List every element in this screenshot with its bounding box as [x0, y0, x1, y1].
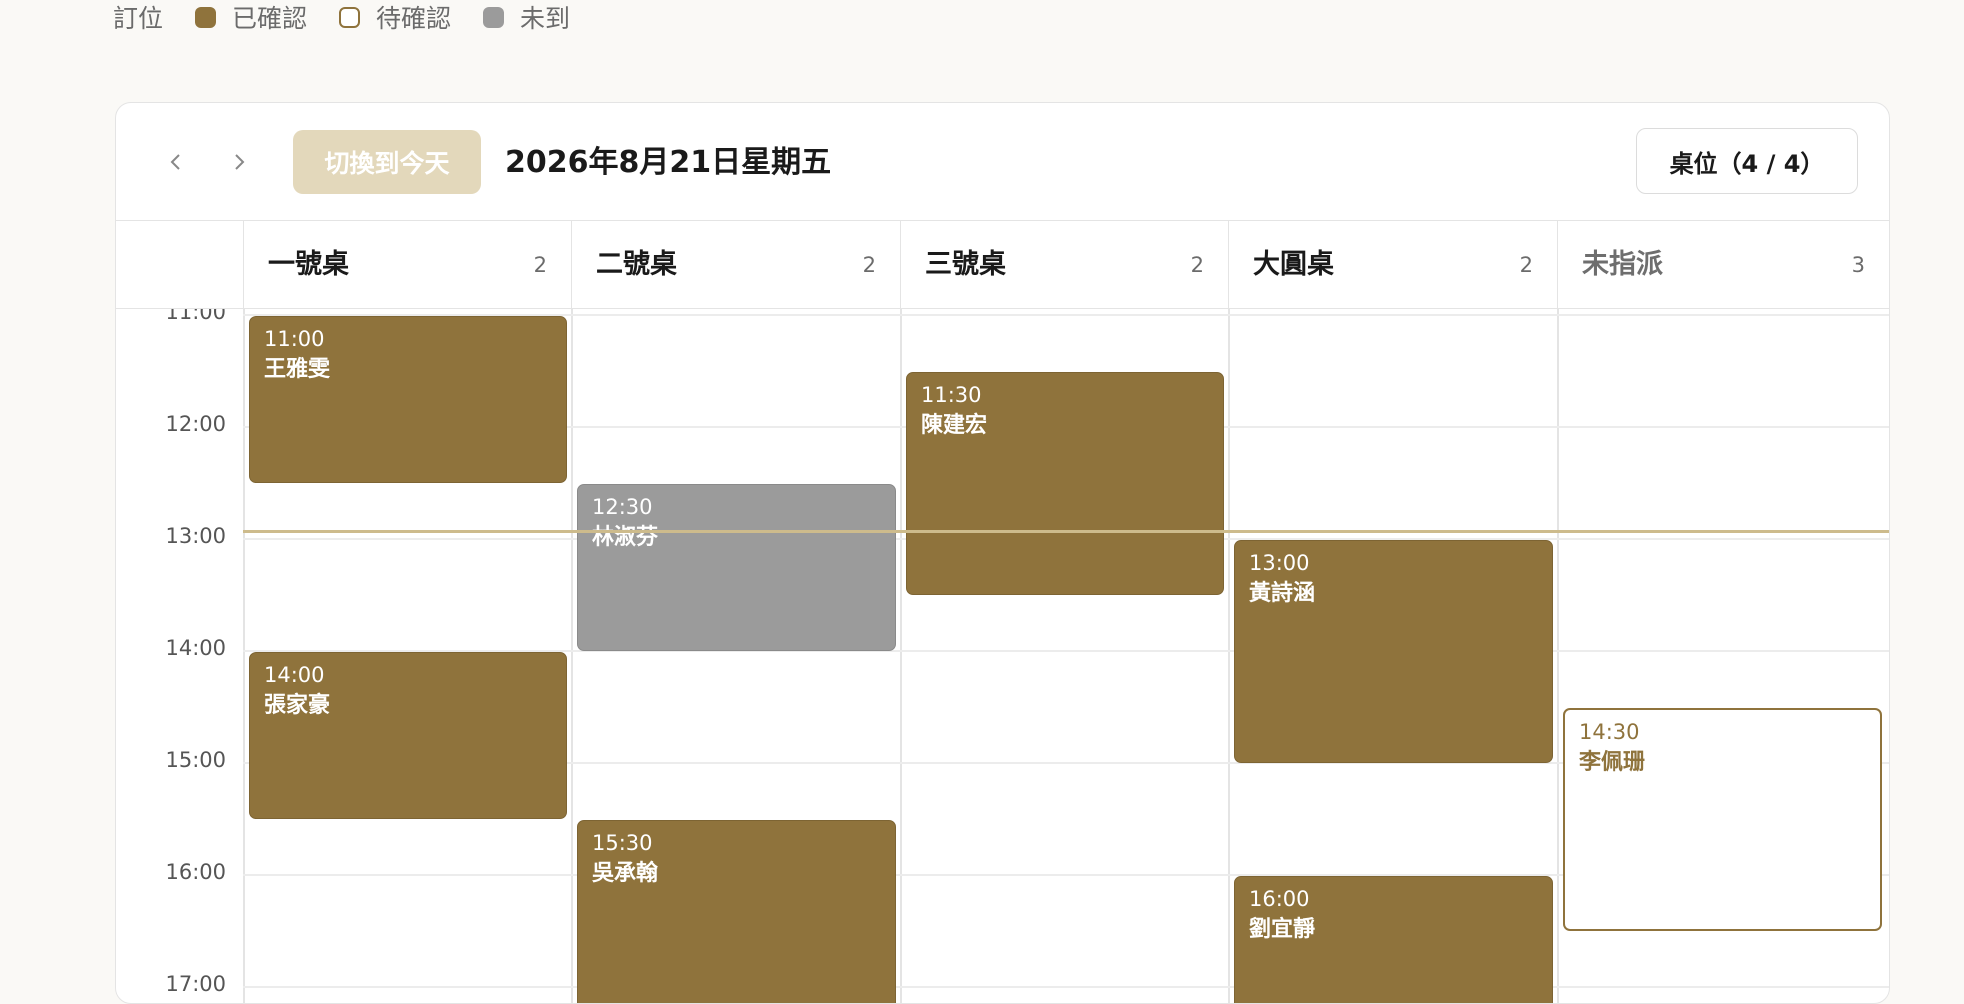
chevron-right-icon: [235, 154, 245, 170]
calendar-toolbar: 切換到今天 2026年8月21日星期五 桌位（4 / 4）: [116, 103, 1889, 221]
current-date: 2026年8月21日星期五: [505, 145, 832, 180]
reservation-time: 14:30: [1579, 720, 1640, 744]
calendar-card: 切換到今天 2026年8月21日星期五 桌位（4 / 4） 一號桌 2 二號桌 …: [115, 102, 1890, 1004]
column-header-table-1: 一號桌 2: [243, 221, 571, 309]
reservation-card[interactable]: 11:30 陳建宏: [906, 372, 1224, 595]
noshow-swatch: [483, 6, 505, 28]
column-name: 三號桌: [925, 249, 1006, 280]
column-header-table-3: 三號桌 2: [900, 221, 1228, 309]
column-name: 未指派: [1582, 249, 1663, 280]
column-divider: [900, 309, 902, 1003]
column-count: 2: [862, 253, 876, 277]
column-header-round-table: 大圓桌 2: [1228, 221, 1557, 309]
column-divider: [1557, 309, 1559, 1003]
time-label: 16:00: [165, 860, 226, 884]
reservation-name: 王雅雯: [264, 357, 331, 382]
column-header-table-2: 二號桌 2: [571, 221, 900, 309]
reservation-time: 14:00: [264, 663, 325, 687]
reservation-time: 16:00: [1249, 887, 1310, 911]
reservation-time: 11:00: [264, 327, 325, 351]
reservation-name: 吳承翰: [592, 861, 659, 886]
column-header-unassigned: 未指派 3: [1557, 221, 1889, 309]
column-name: 一號桌: [268, 249, 349, 280]
reservation-name: 陳建宏: [921, 413, 988, 438]
column-name: 二號桌: [596, 249, 677, 280]
reservation-card[interactable]: 15:30 吳承翰: [577, 820, 896, 1003]
legend-item-noshow: 未到: [483, 0, 570, 35]
column-divider: [1228, 309, 1230, 1003]
current-time-line: [243, 530, 1889, 533]
prev-day-button[interactable]: [156, 142, 196, 182]
column-count: 2: [1190, 253, 1204, 277]
hour-line: [243, 986, 1889, 988]
time-grid[interactable]: 11:00 12:00 13:00 14:00 15:00 16:00 17:0…: [116, 309, 1889, 1003]
header-corner: [116, 221, 243, 309]
confirmed-swatch: [195, 6, 217, 28]
reservation-card[interactable]: 13:00 黃詩涵: [1234, 540, 1553, 763]
reservation-card[interactable]: 16:00 劉宜靜: [1234, 876, 1553, 1003]
legend-label: 已確認: [232, 4, 308, 33]
reservation-time: 12:30: [592, 495, 653, 519]
reservation-card[interactable]: 11:00 王雅雯: [249, 316, 567, 483]
today-button[interactable]: 切換到今天: [293, 130, 481, 194]
pending-swatch: [339, 6, 361, 28]
time-label: 15:00: [165, 748, 226, 772]
legend-label: 待確認: [376, 4, 452, 33]
reservation-name: 黃詩涵: [1249, 581, 1316, 606]
reservation-name: 劉宜靜: [1249, 917, 1316, 942]
status-legend: 訂位 已確認 待確認 未到: [113, 0, 602, 34]
reservation-time: 11:30: [921, 383, 982, 407]
reservation-card[interactable]: 14:00 張家豪: [249, 652, 567, 819]
time-label: 13:00: [165, 524, 226, 548]
reservation-card[interactable]: 14:30 李佩珊: [1563, 708, 1882, 931]
time-label: 14:00: [165, 636, 226, 660]
reservation-time: 15:30: [592, 831, 653, 855]
next-day-button[interactable]: [219, 142, 259, 182]
column-count: 2: [1519, 253, 1533, 277]
reservation-card[interactable]: 12:30 林淑芬: [577, 484, 896, 651]
legend-title: 訂位: [113, 4, 164, 33]
reservation-name: 張家豪: [264, 693, 331, 718]
column-divider: [571, 309, 573, 1003]
reservation-name: 林淑芬: [592, 525, 659, 550]
reservation-name: 李佩珊: [1579, 750, 1646, 775]
legend-item-pending: 待確認: [339, 0, 451, 35]
chevron-left-icon: [170, 154, 180, 170]
column-count: 2: [533, 253, 547, 277]
column-divider: [243, 309, 245, 1003]
reservation-time: 13:00: [1249, 551, 1310, 575]
legend-item-confirmed: 已確認: [195, 0, 307, 35]
column-name: 大圓桌: [1253, 249, 1334, 280]
time-label: 12:00: [165, 412, 226, 436]
legend-label: 未到: [520, 4, 571, 33]
column-count: 3: [1851, 253, 1865, 277]
tables-filter-button[interactable]: 桌位（4 / 4）: [1636, 128, 1858, 194]
time-label: 11:00: [165, 309, 226, 324]
time-label: 17:00: [165, 972, 226, 996]
